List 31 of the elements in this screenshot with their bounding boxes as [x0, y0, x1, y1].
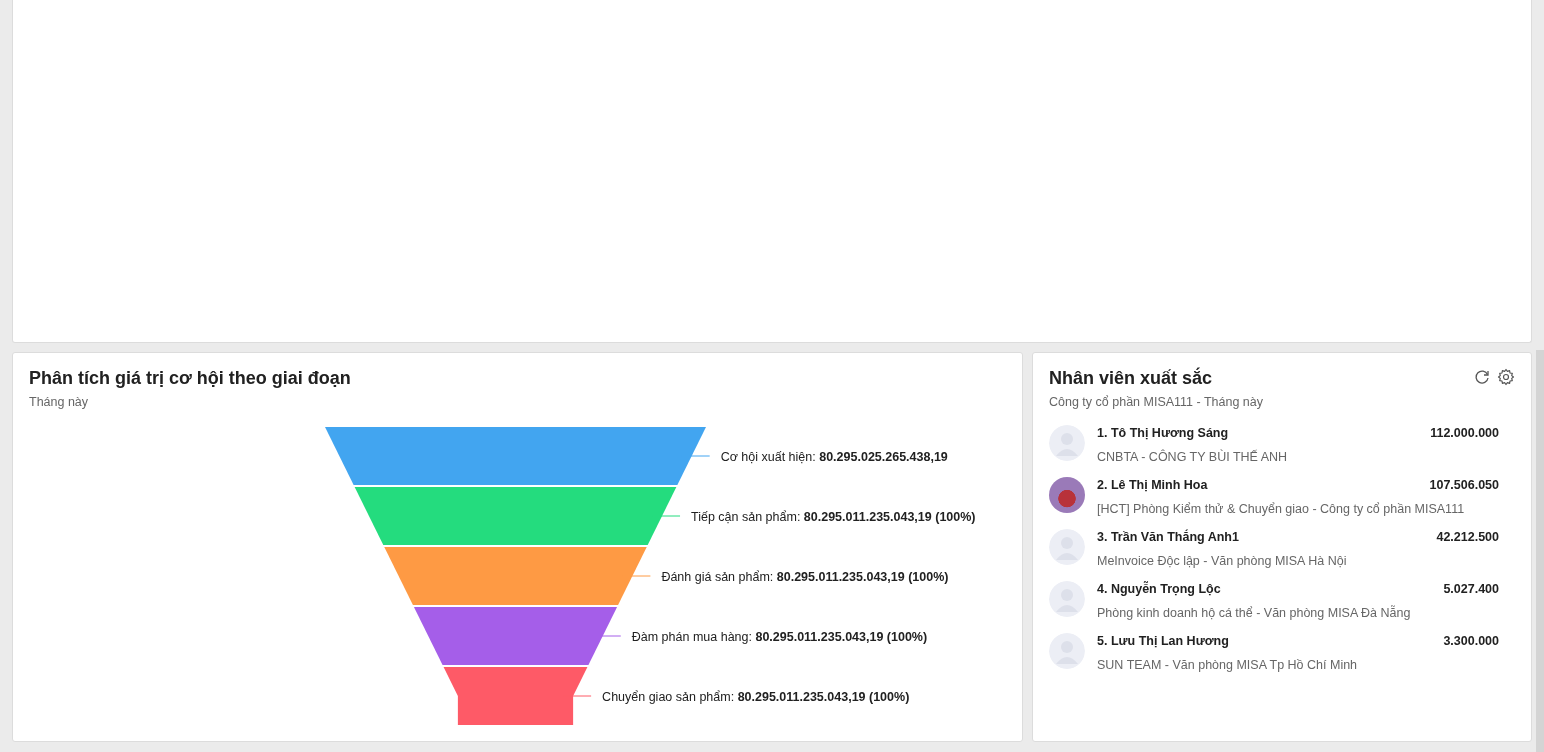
staff-unit: [HCT] Phòng Kiểm thử & Chuyển giao - Công ty cổ phần MISA111	[1097, 501, 1466, 517]
staff-amount: 42.212.500	[1436, 529, 1499, 545]
staff-amount: 3.300.000	[1443, 633, 1499, 649]
staff-amount: 5.027.400	[1443, 581, 1499, 597]
staff-unit: SUN TEAM - Văn phòng MISA Tp Hồ Chí Minh	[1097, 657, 1359, 673]
photo-placeholder	[1049, 477, 1085, 513]
staff-name: 1. Tô Thị Hương Sáng	[1097, 425, 1229, 441]
settings-icon[interactable]	[1497, 368, 1515, 386]
staff-name: 2. Lê Thị Minh Hoa	[1097, 477, 1208, 493]
stage-label: Cơ hội xuất hiện: 80.295.025.265.438,19	[720, 449, 948, 464]
avatar-icon	[1049, 581, 1085, 617]
card-subtitle: Công ty cổ phần MISA111 - Tháng này	[1049, 394, 1264, 410]
staff-unit: CNBTA - CÔNG TY BÙI THẾ ANH	[1097, 449, 1289, 465]
stage-label: Đàm phán mua hàng: 80.295.011.235.043,19 (100%)	[631, 629, 928, 644]
staff-name: 4. Nguyễn Trọng Lộc	[1097, 581, 1221, 597]
staff-name: 5. Lưu Thị Lan Hương	[1097, 633, 1229, 649]
staff-unit: Phòng kinh doanh hộ cá thể - Văn phòng MISA Đà Nẵng	[1097, 605, 1412, 621]
avatar-icon	[1049, 529, 1085, 565]
card-title: Nhân viên xuất sắc	[1049, 367, 1214, 389]
stage-label: Chuyển giao sản phẩm: 80.295.011.235.043,19 (100%)	[602, 689, 910, 704]
staff-name: 3. Trần Văn Thắng Anh1	[1097, 529, 1239, 545]
card-title: Phân tích giá trị cơ hội theo giai đoạn	[29, 367, 352, 389]
staff-amount: 112.000.000	[1430, 425, 1499, 441]
staff-unit: MeInvoice Độc lập - Văn phòng MISA Hà Nội	[1097, 553, 1348, 569]
card-subtitle: Tháng này	[29, 394, 90, 410]
staff-amount: 107.506.050	[1429, 477, 1499, 493]
avatar-icon	[1049, 633, 1085, 669]
refresh-icon[interactable]	[1473, 368, 1491, 386]
stage-label: Đánh giá sản phẩm: 80.295.011.235.043,19 (100%)	[661, 569, 949, 584]
avatar-icon	[1049, 425, 1085, 461]
stage-label: Tiếp cận sản phẩm: 80.295.011.235.043,19 (100%)	[691, 509, 976, 524]
